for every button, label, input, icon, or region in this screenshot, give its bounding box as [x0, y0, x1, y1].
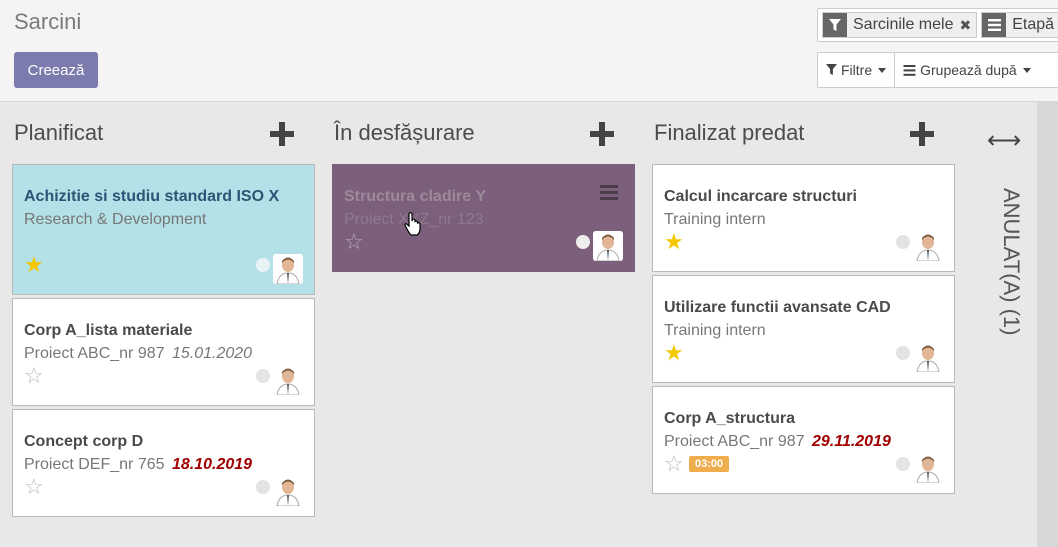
search-facets[interactable]: Sarcinile mele ✖ Etapă: [817, 8, 1058, 42]
card-title: Achizitie si studiu standard ISO X: [24, 188, 280, 205]
status-dot[interactable]: [256, 258, 270, 272]
card-project: Proiect XYZ_nr 123: [344, 211, 484, 228]
group-by-label: Grupează după: [920, 62, 1017, 78]
column-header: În desfășurare: [334, 102, 637, 162]
list-icon: [982, 13, 1007, 37]
hand-cursor-icon: [404, 212, 421, 236]
avatar[interactable]: [593, 231, 623, 261]
add-card-icon[interactable]: [910, 122, 934, 146]
facet-stage[interactable]: Etapă: [981, 12, 1058, 38]
status-dot[interactable]: [256, 480, 270, 494]
facet-my-tasks[interactable]: Sarcinile mele ✖: [822, 12, 978, 38]
column-title: Planificat: [14, 120, 104, 145]
close-icon[interactable]: ✖: [959, 13, 976, 37]
column-header: Planificat: [14, 102, 317, 162]
status-dot[interactable]: [256, 369, 270, 383]
kanban-column-folded[interactable]: ⟷ ANULAT(A) (1): [970, 102, 1030, 547]
card-title: Calcul incarcare structuri: [664, 188, 857, 205]
card-project: Proiect DEF_nr 765 18.10.2019: [24, 456, 253, 473]
star-icon[interactable]: ☆: [344, 231, 364, 253]
expand-column-icon[interactable]: ⟷: [987, 126, 1021, 155]
deadline-date: 29.11.2019: [811, 433, 891, 450]
facet-label: Etapă: [1012, 16, 1055, 33]
kanban-card[interactable]: Utilizare functii avansate CAD Training …: [652, 275, 955, 383]
avatar[interactable]: [913, 453, 943, 483]
control-panel: Sarcini Creează Sarcinile mele ✖ Etapă F…: [0, 0, 1058, 102]
column-header: Finalizat predat: [654, 102, 957, 162]
avatar[interactable]: [273, 365, 303, 395]
add-card-icon[interactable]: [590, 122, 614, 146]
kanban-card-dragging[interactable]: Structura cladire Y Proiect XYZ_nr 123 ☆: [332, 164, 635, 272]
avatar[interactable]: [273, 476, 303, 506]
avatar[interactable]: [913, 231, 943, 261]
star-icon[interactable]: ☆: [24, 365, 44, 387]
deadline-date: 15.01.2020: [171, 345, 253, 362]
avatar[interactable]: [273, 254, 303, 284]
folded-column-title: ANULAT(A) (1): [999, 188, 1024, 336]
card-project: Research & Development: [24, 211, 207, 228]
filters-label: Filtre: [841, 62, 873, 78]
card-project: Proiect ABC_nr 987 15.01.2020: [24, 345, 253, 362]
column-title: Finalizat predat: [654, 120, 805, 145]
avatar[interactable]: [913, 342, 943, 372]
card-title: Structura cladire Y: [344, 188, 486, 205]
kanban-card[interactable]: Concept corp D Proiect DEF_nr 765 18.10.…: [12, 409, 315, 517]
column-title: În desfășurare: [334, 120, 475, 145]
kanban-card[interactable]: Corp A_structura Proiect ABC_nr 987 29.1…: [652, 386, 955, 494]
status-dot[interactable]: [896, 235, 910, 249]
time-badge: 03:00: [689, 456, 730, 472]
card-title: Utilizare functii avansate CAD: [664, 299, 891, 316]
filter-icon: [826, 64, 837, 76]
scrollbar[interactable]: [1037, 102, 1058, 547]
search-tools: Filtre Grupează după: [817, 52, 1058, 88]
caret-down-icon: [1022, 67, 1031, 73]
group-by-button[interactable]: Grupează după: [894, 53, 1039, 87]
card-title: Concept corp D: [24, 433, 144, 450]
status-dot[interactable]: [576, 235, 590, 249]
kanban-card[interactable]: Achizitie si studiu standard ISO X Resea…: [12, 164, 315, 295]
star-icon[interactable]: ★: [24, 254, 44, 276]
status-dot[interactable]: [896, 346, 910, 360]
facet-label: Sarcinile mele: [853, 16, 954, 33]
card-project: Training intern: [664, 211, 766, 228]
kanban-card[interactable]: Calcul incarcare structuri Training inte…: [652, 164, 955, 272]
card-project: Training intern: [664, 322, 766, 339]
star-icon[interactable]: ☆: [24, 476, 44, 498]
filter-icon: [823, 13, 847, 37]
status-dot[interactable]: [896, 457, 910, 471]
caret-down-icon: [878, 67, 887, 73]
card-project: Proiect ABC_nr 987 29.11.2019: [664, 433, 891, 450]
card-title: Corp A_lista materiale: [24, 322, 193, 339]
card-menu-icon[interactable]: [600, 185, 618, 200]
star-icon[interactable]: ★: [664, 342, 684, 364]
kanban-card[interactable]: Corp A_lista materiale Proiect ABC_nr 98…: [12, 298, 315, 406]
add-card-icon[interactable]: [270, 122, 294, 146]
card-title: Corp A_structura: [664, 410, 795, 427]
star-icon[interactable]: ★: [664, 231, 684, 253]
filters-button[interactable]: Filtre: [818, 53, 894, 87]
deadline-date: 18.10.2019: [171, 456, 253, 473]
list-icon: [903, 64, 916, 76]
star-icon[interactable]: ☆: [664, 453, 684, 475]
page-title: Sarcini: [14, 9, 82, 34]
create-button[interactable]: Creează: [14, 52, 98, 88]
